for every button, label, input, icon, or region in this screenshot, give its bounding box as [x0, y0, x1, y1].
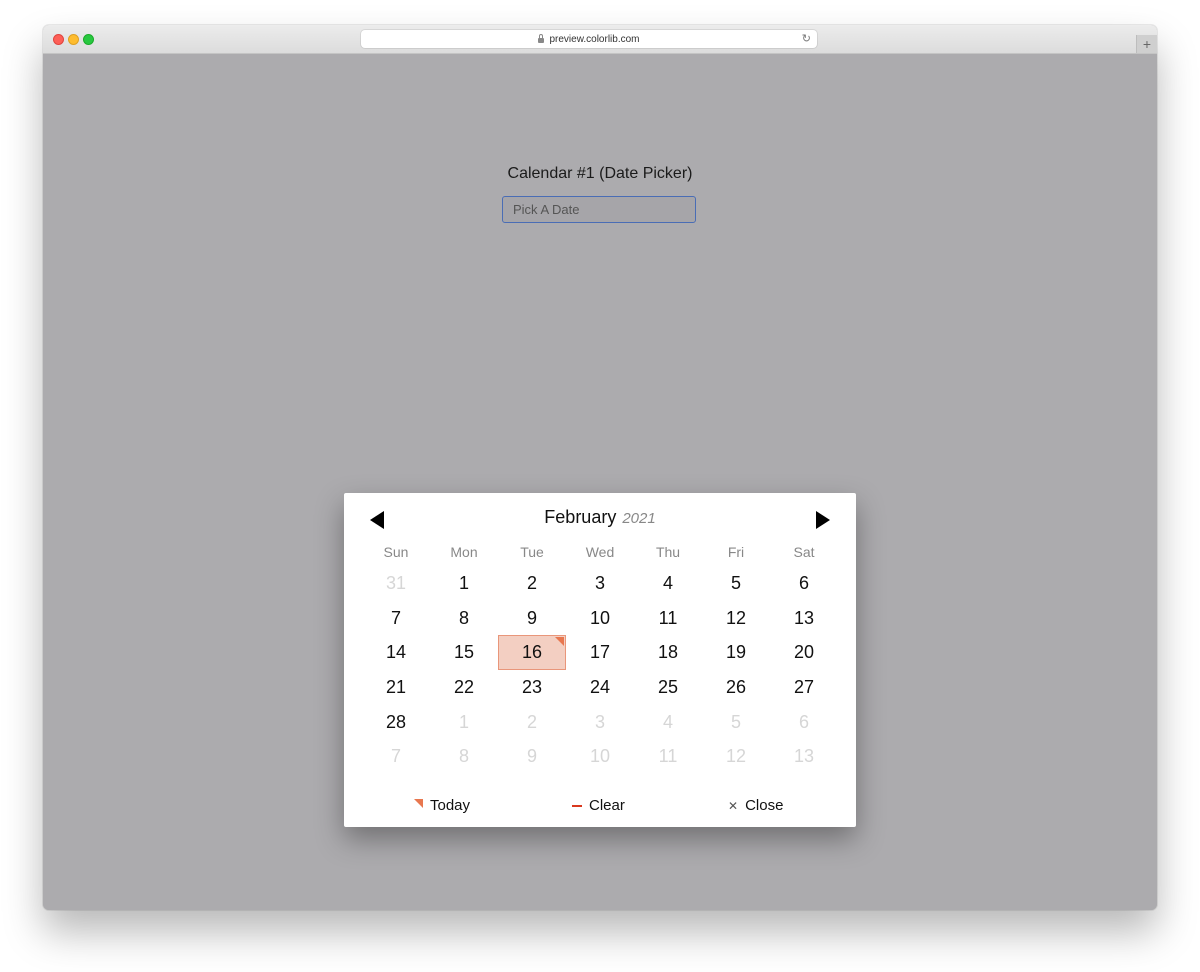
close-icon: ✕ [728, 798, 739, 813]
day-cell[interactable]: 2 [498, 566, 566, 601]
day-cell[interactable]: 27 [770, 670, 838, 705]
new-tab-button[interactable]: + [1136, 35, 1157, 53]
day-cell[interactable]: 9 [498, 739, 566, 774]
day-cell[interactable]: 3 [566, 566, 634, 601]
day-cell[interactable]: 20 [770, 635, 838, 670]
day-cell[interactable]: 25 [634, 670, 702, 705]
weekday-label: Sun [383, 544, 409, 560]
weekday-label: Thu [655, 544, 681, 560]
day-cell[interactable]: 10 [566, 601, 634, 636]
day-grid: 31 1 2 3 4 5 6 7 8 9 10 11 12 13 14 15 16 17 18 19 20 21 22 23 2… [362, 566, 838, 774]
day-cell[interactable]: 9 [498, 601, 566, 636]
weekday-header: Sun Mon Tue Wed Thu Fri Sat [362, 544, 838, 560]
day-cell[interactable]: 5 [702, 705, 770, 740]
lock-icon [538, 33, 545, 43]
reload-icon[interactable]: ↻ [802, 32, 811, 45]
next-month-icon[interactable] [816, 511, 830, 529]
weekday-label: Wed [585, 544, 615, 560]
day-cell[interactable]: 12 [702, 739, 770, 774]
day-cell[interactable]: 15 [430, 635, 498, 670]
day-cell[interactable]: 21 [362, 670, 430, 705]
browser-titlebar: preview.colorlib.com ↻ + [43, 25, 1157, 54]
day-cell[interactable]: 8 [430, 601, 498, 636]
maximize-window-icon[interactable] [83, 34, 94, 45]
url-text: preview.colorlib.com [549, 33, 640, 45]
today-button-label: Today [430, 797, 471, 814]
day-cell[interactable]: 8 [430, 739, 498, 774]
day-cell[interactable]: 24 [566, 670, 634, 705]
day-cell[interactable]: 10 [566, 739, 634, 774]
day-cell[interactable]: 4 [634, 566, 702, 601]
minimize-window-icon[interactable] [68, 34, 79, 45]
day-cell[interactable]: 7 [362, 601, 430, 636]
close-window-icon[interactable] [53, 34, 64, 45]
day-cell[interactable]: 2 [498, 705, 566, 740]
clear-button[interactable]: Clear [572, 797, 625, 814]
day-cell[interactable]: 7 [362, 739, 430, 774]
page-content: Calendar #1 (Date Picker) February2021 S… [43, 54, 1157, 910]
day-cell[interactable]: 6 [770, 705, 838, 740]
day-cell[interactable]: 3 [566, 705, 634, 740]
day-cell[interactable]: 11 [634, 739, 702, 774]
day-cell[interactable]: 22 [430, 670, 498, 705]
day-cell[interactable]: 5 [702, 566, 770, 601]
date-picker-popup: February 2021 Sun Mon Tue Wed Thu Fri Sat… [344, 493, 856, 827]
day-cell[interactable]: 23 [498, 670, 566, 705]
year-label: 2021 [622, 510, 656, 527]
day-cell[interactable]: 13 [770, 601, 838, 636]
day-cell[interactable]: 26 [702, 670, 770, 705]
day-cell[interactable]: 19 [702, 635, 770, 670]
month-year-header: February 2021 [344, 507, 856, 528]
day-cell[interactable]: 4 [634, 705, 702, 740]
address-bar[interactable]: preview.colorlib.com ↻ [361, 30, 817, 48]
day-cell[interactable]: 13 [770, 739, 838, 774]
close-button[interactable]: ✕ Close [728, 797, 783, 814]
day-cell[interactable]: 31 [362, 566, 430, 601]
day-cell[interactable]: 28 [362, 705, 430, 740]
weekday-label: Mon [450, 544, 478, 560]
close-button-label: Close [745, 797, 784, 814]
today-marker-icon [414, 799, 423, 808]
weekday-label: Tue [520, 544, 544, 560]
day-cell[interactable]: 1 [430, 705, 498, 740]
date-input[interactable] [502, 196, 696, 223]
day-cell[interactable]: 12 [702, 601, 770, 636]
weekday-label: Sat [793, 544, 815, 560]
month-label: February [544, 507, 617, 527]
minus-icon [572, 804, 582, 807]
day-cell[interactable]: 11 [634, 601, 702, 636]
weekday-label: Fri [727, 544, 745, 560]
day-cell-today[interactable]: 16 [498, 635, 566, 671]
page-title: Calendar #1 (Date Picker) [507, 165, 693, 182]
browser-window: preview.colorlib.com ↻ + Calendar #1 (Da… [43, 25, 1157, 910]
day-cell[interactable]: 1 [430, 566, 498, 601]
today-button[interactable]: Today [414, 797, 470, 814]
day-cell[interactable]: 18 [634, 635, 702, 670]
day-cell[interactable]: 6 [770, 566, 838, 601]
day-cell[interactable]: 17 [566, 635, 634, 670]
clear-button-label: Clear [589, 797, 625, 814]
day-cell[interactable]: 14 [362, 635, 430, 670]
